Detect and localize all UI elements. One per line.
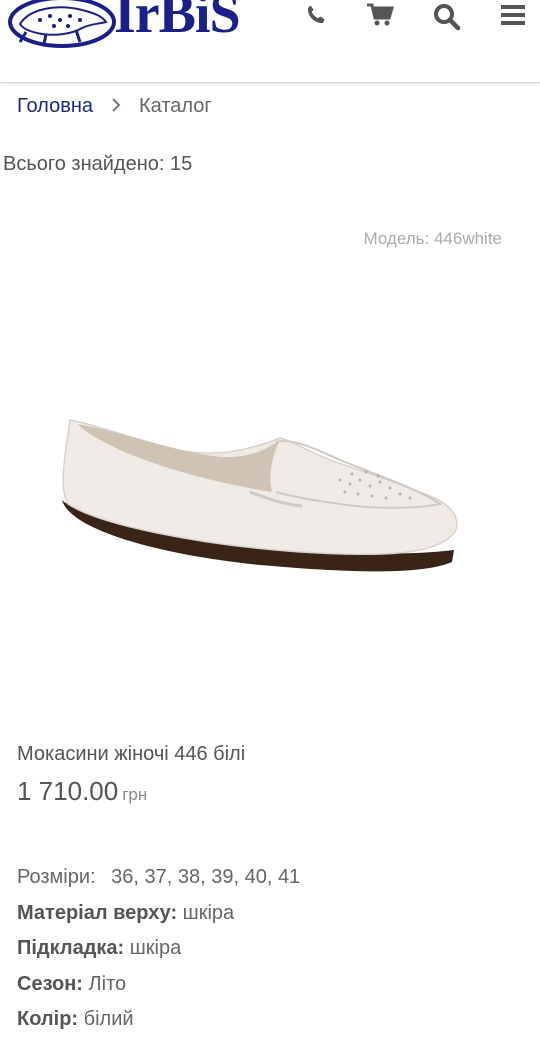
attr-value: шкіра xyxy=(129,937,182,959)
attr-label: Матеріал верху: xyxy=(17,901,178,924)
breadcrumb-current: Каталог xyxy=(139,95,212,117)
product-price: 1 710.00 грн xyxy=(17,776,147,807)
cart-icon[interactable] xyxy=(365,0,395,30)
product-name[interactable]: Мокасини жіночі 446 білі xyxy=(17,743,245,766)
chevron-right-icon xyxy=(111,96,121,117)
product-image[interactable] xyxy=(40,380,480,610)
product-model: Модель: 446white xyxy=(363,229,502,248)
price-value: 1 710.00 xyxy=(17,776,119,806)
attr-label: Сезон: xyxy=(17,972,83,995)
product-attributes: Розміри: 36, 37, 38, 39, 40, 41 Матеріал… xyxy=(17,863,300,1041)
menu-icon[interactable] xyxy=(498,0,528,30)
breadcrumb: Головна Каталог xyxy=(17,95,212,118)
attr-label: Колір: xyxy=(17,1008,79,1030)
results-count: Всього знайдено: 15 xyxy=(3,153,193,175)
attr-value: шкіра xyxy=(182,901,235,924)
attr-lining: Підкладка: шкіра xyxy=(17,934,300,970)
attr-value: білий xyxy=(83,1008,134,1030)
site-header: IrBiS xyxy=(0,0,540,83)
snow-leopard-logo-icon xyxy=(8,0,116,48)
search-icon[interactable] xyxy=(432,2,462,32)
site-logo[interactable]: IrBiS xyxy=(6,0,241,50)
attr-label: Підкладка: xyxy=(17,937,125,959)
breadcrumb-home-link[interactable]: Головна xyxy=(17,95,93,118)
sizes-value: 36, 37, 38, 39, 40, 41 xyxy=(111,866,301,888)
price-currency: грн xyxy=(122,785,148,804)
attr-season: Сезон: Літо xyxy=(17,970,300,1006)
attr-value: Літо xyxy=(88,972,127,995)
attr-color: Колір: білий xyxy=(17,1005,300,1041)
phone-icon[interactable] xyxy=(301,0,331,30)
sizes-label: Розміри: xyxy=(17,866,96,888)
attr-sizes: Розміри: 36, 37, 38, 39, 40, 41 xyxy=(17,863,300,899)
white-loafer-image xyxy=(62,419,458,572)
attr-material: Матеріал верху: шкіра xyxy=(17,899,300,935)
logo-text: IrBiS xyxy=(114,0,241,45)
